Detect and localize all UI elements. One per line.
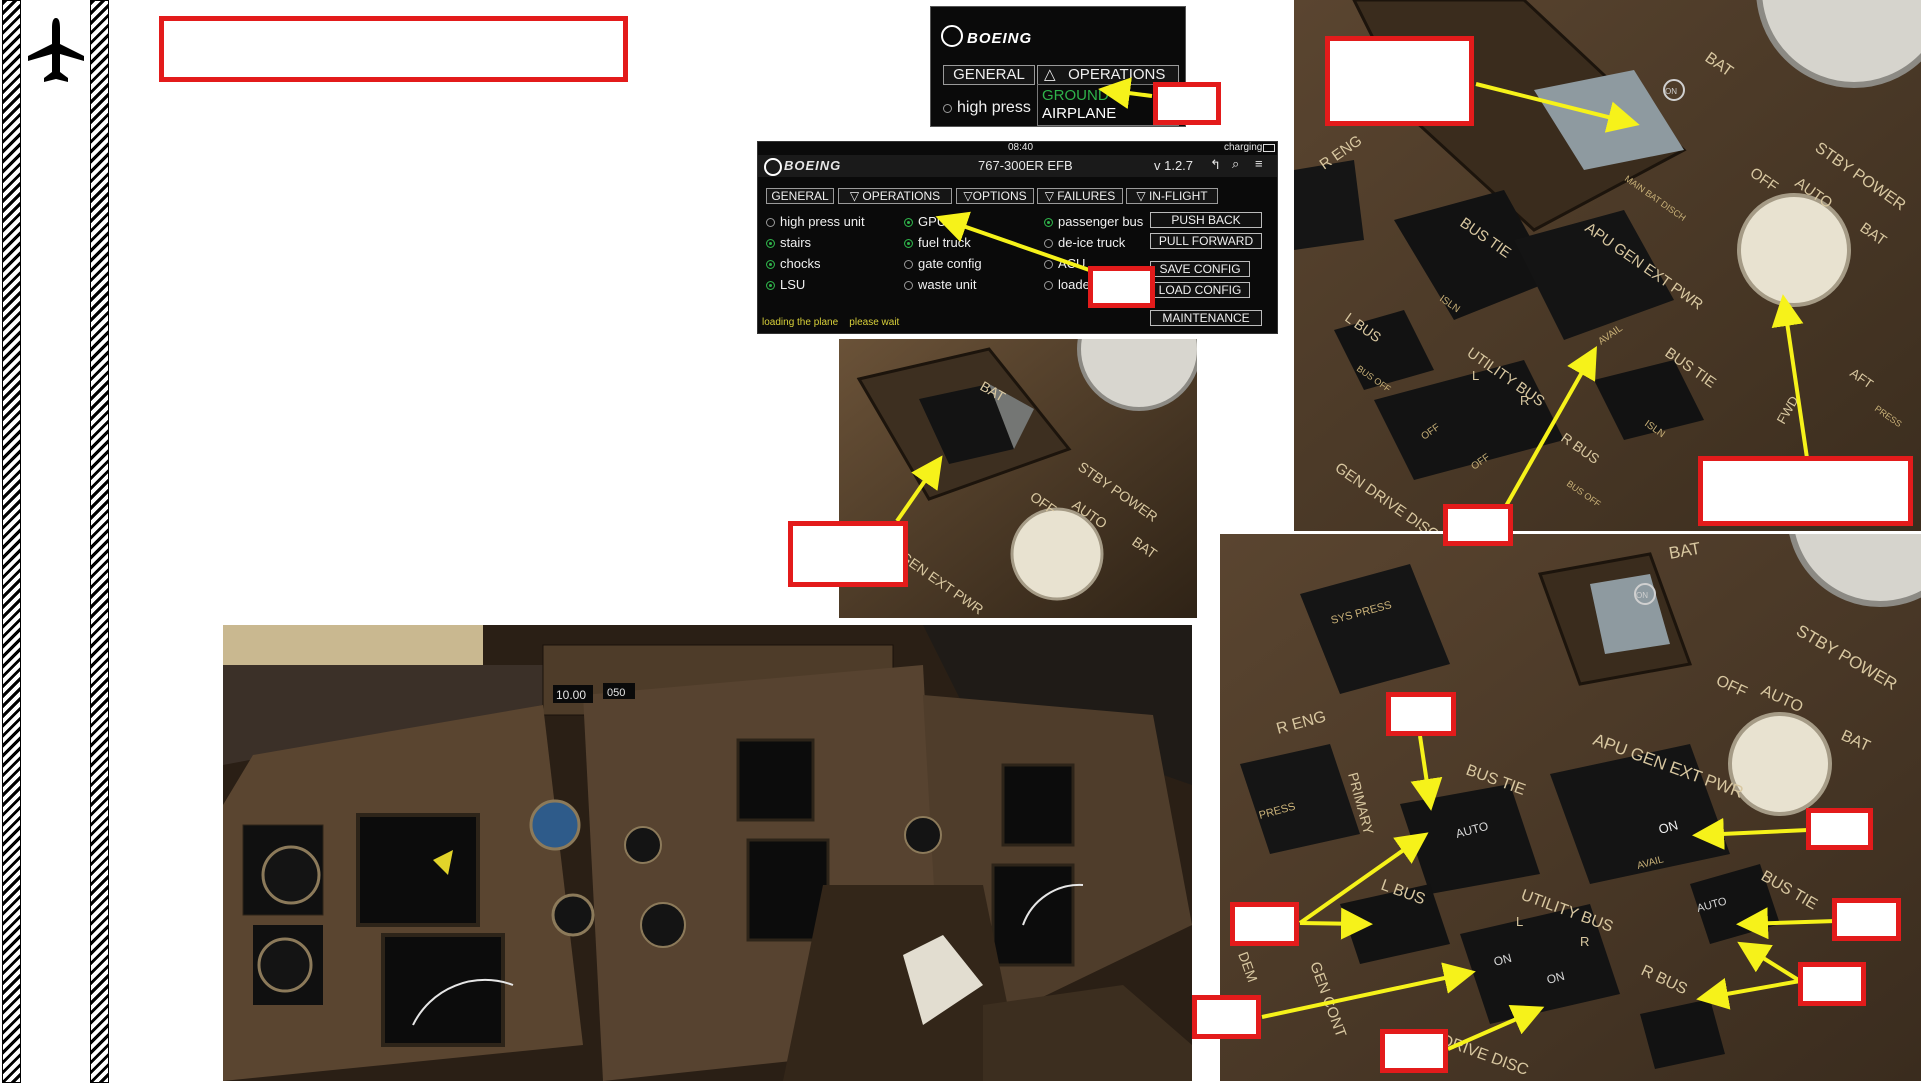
callout-box-r-bus	[1798, 962, 1866, 1006]
callout-box-utility-bus-r	[1380, 1029, 1448, 1073]
callout-box-ext-pwr-on	[1806, 808, 1873, 850]
callout-box-bus-tie-l	[1386, 692, 1456, 736]
callout-arrow	[1410, 735, 1443, 811]
callout-arrow	[1298, 832, 1429, 925]
callout-box-ground	[1153, 82, 1221, 125]
callout-box-small-overhead	[788, 521, 908, 587]
callout-arrow	[1261, 962, 1476, 1019]
callout-arrow	[1098, 77, 1153, 109]
callout-arrow	[1299, 907, 1373, 940]
callout-arrow	[935, 211, 1096, 274]
callout-arrow	[1475, 82, 1640, 133]
callout-box-stby-power	[1698, 456, 1913, 526]
callout-arrow	[1696, 978, 1801, 1010]
callout-arrow	[1692, 817, 1809, 850]
callout-arrow	[1771, 294, 1809, 459]
callout-arrow	[895, 455, 943, 523]
callout-box-l-bus	[1230, 902, 1299, 946]
callout-arrow	[1447, 1004, 1545, 1051]
callout-box-ext-pwr	[1443, 504, 1513, 546]
callout-arrow	[1737, 941, 1802, 983]
callout-box-utility-bus-l	[1192, 995, 1261, 1039]
callout-box-bat-switch	[1325, 36, 1474, 126]
callout-arrow	[1736, 907, 1837, 940]
callout-arrow	[1504, 346, 1597, 507]
callout-box-gpu	[1088, 266, 1155, 308]
callout-arrows-layer	[895, 77, 1837, 1051]
callout-box-bus-tie-r	[1832, 898, 1901, 941]
